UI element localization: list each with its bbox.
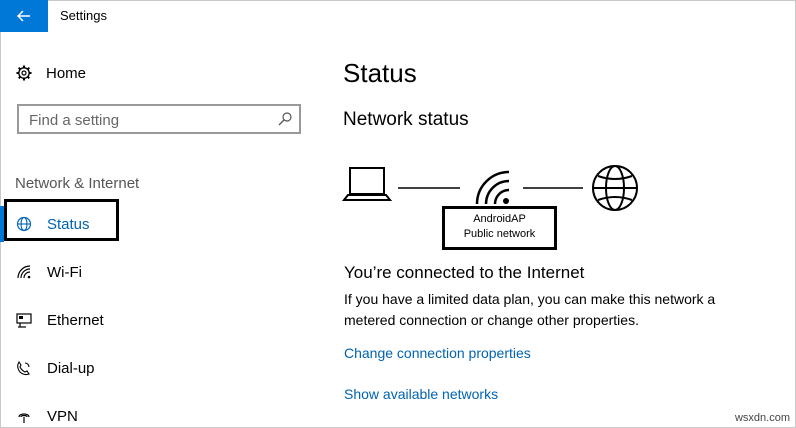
sidebar-item-label: VPN bbox=[47, 407, 78, 425]
sidebar-item-wifi[interactable]: Wi-Fi bbox=[16, 261, 82, 283]
internet-globe-icon bbox=[592, 165, 638, 211]
sidebar-item-ethernet[interactable]: Ethernet bbox=[16, 309, 104, 331]
sidebar-item-vpn[interactable]: VPN bbox=[16, 405, 78, 427]
ethernet-icon bbox=[16, 313, 32, 328]
wifi-icon bbox=[17, 265, 31, 279]
sidebar-item-status[interactable]: Status bbox=[16, 213, 90, 235]
sidebar-item-label: Ethernet bbox=[47, 311, 104, 329]
search-placeholder: Find a setting bbox=[29, 112, 120, 129]
dialup-icon bbox=[17, 361, 30, 376]
section-title: Network status bbox=[343, 109, 469, 130]
wifi-dot bbox=[503, 198, 509, 204]
globe-icon bbox=[16, 216, 32, 232]
sidebar-item-label: Dial-up bbox=[47, 359, 95, 377]
sidebar-item-dialup[interactable]: Dial-up bbox=[16, 357, 95, 379]
vpn-icon bbox=[18, 413, 30, 423]
sidebar-home[interactable]: Home bbox=[16, 62, 86, 84]
sidebar-home-label: Home bbox=[46, 64, 87, 82]
network-label: AndroidAP Public network bbox=[442, 206, 557, 250]
page-title: Status bbox=[343, 58, 417, 88]
gear-icon bbox=[16, 65, 32, 81]
sidebar-item-label: Wi-Fi bbox=[47, 263, 82, 281]
sidebar-item-label: Status bbox=[47, 215, 90, 233]
back-arrow-icon bbox=[17, 10, 30, 22]
search-icon bbox=[278, 112, 292, 126]
change-connection-link[interactable]: Change connection properties bbox=[344, 345, 531, 361]
watermark: wsxdn.com bbox=[734, 412, 790, 424]
search-input[interactable]: Find a setting bbox=[17, 104, 301, 134]
sidebar-section-title: Network & Internet bbox=[15, 175, 140, 192]
back-button[interactable] bbox=[0, 0, 48, 32]
connection-description: If you have a limited data plan, you can… bbox=[344, 291, 716, 328]
window-title: Settings bbox=[60, 8, 107, 23]
network-type: Public network bbox=[463, 228, 536, 240]
network-name: AndroidAP bbox=[473, 213, 526, 225]
laptop-icon bbox=[341, 167, 393, 201]
show-networks-link[interactable]: Show available networks bbox=[344, 386, 498, 402]
connection-status-title: You’re connected to the Internet bbox=[344, 263, 585, 282]
